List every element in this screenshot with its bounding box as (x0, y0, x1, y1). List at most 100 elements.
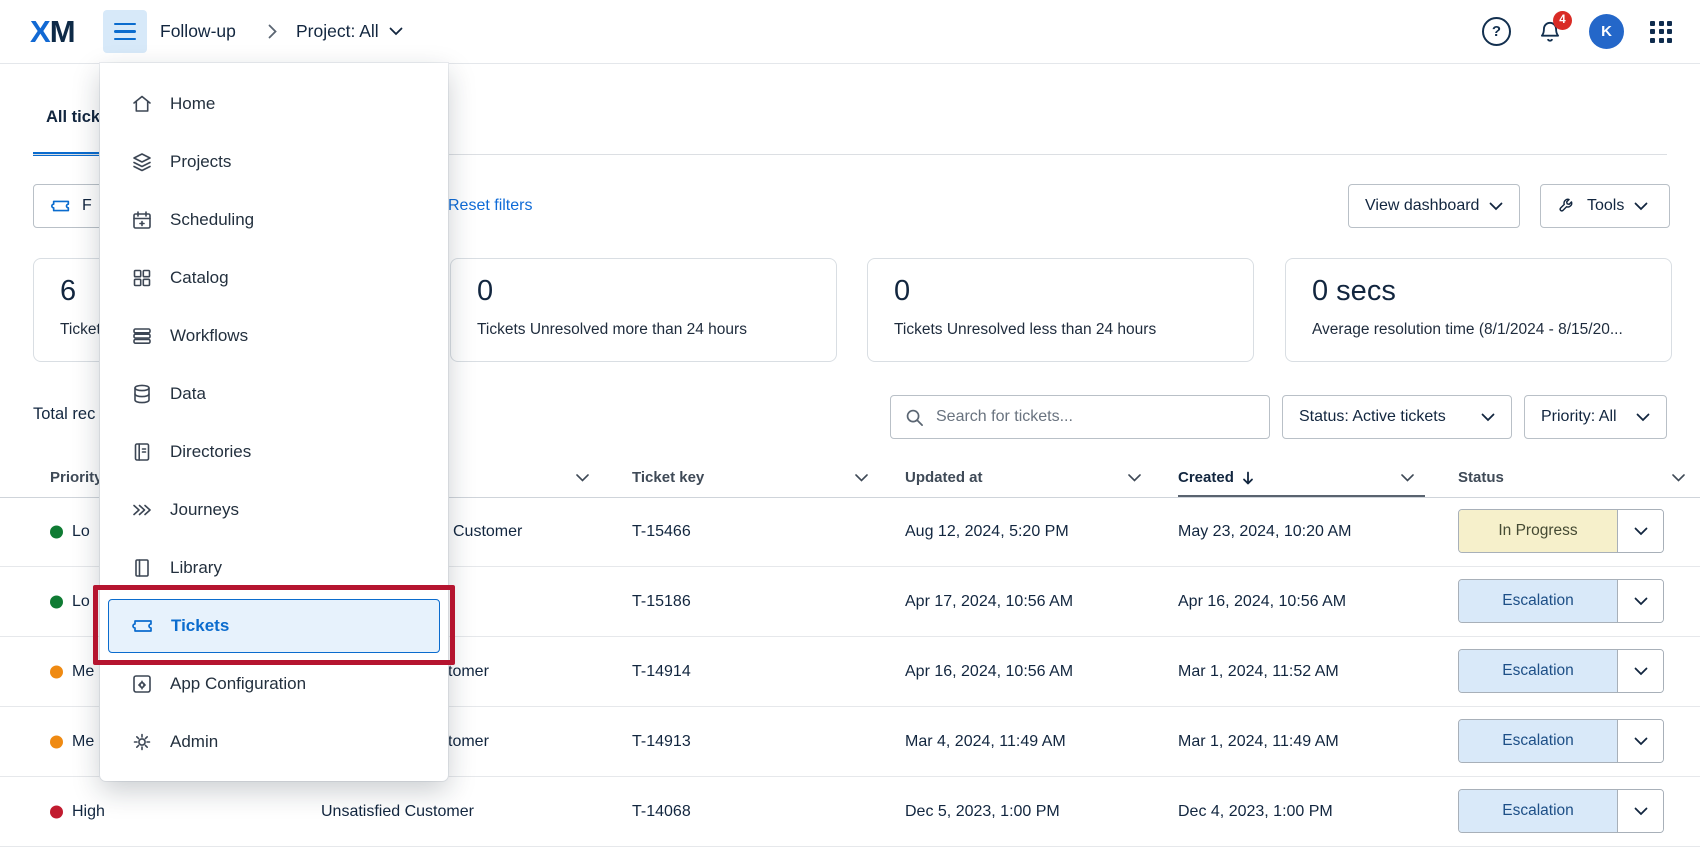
project-selector[interactable]: Project: All (296, 0, 403, 63)
ticket-key: T-14914 (632, 663, 691, 681)
sort-desc-icon (1242, 471, 1254, 485)
stat-value: 0 (894, 275, 910, 308)
created-at: May 23, 2024, 10:20 AM (1178, 523, 1351, 541)
menu-item-projects[interactable]: Projects (100, 133, 448, 191)
stat-label: Tickets Unresolved more than 24 hours (477, 321, 747, 339)
column-menu-icon[interactable] (576, 474, 589, 482)
apps-grid-icon[interactable] (1650, 21, 1672, 43)
catalog-icon (130, 266, 154, 290)
ticket-name: Unsatisfied Customer (321, 803, 474, 821)
table-row[interactable]: High Unsatisfied Customer T-14068 Dec 5,… (0, 777, 1700, 847)
total-records-label: Total rec (33, 405, 95, 424)
reset-filters-link[interactable]: Reset filters (448, 184, 532, 228)
menu-item-home[interactable]: Home (100, 75, 448, 133)
data-icon (130, 382, 154, 406)
project-selector-label: Project: All (296, 21, 379, 42)
column-header-created[interactable]: Created (1178, 469, 1254, 486)
breadcrumb-section[interactable]: Follow-up (160, 0, 236, 63)
status-label[interactable]: Escalation (1459, 790, 1617, 832)
column-menu-icon[interactable] (1128, 474, 1141, 482)
journeys-icon (130, 498, 154, 522)
priority-filter-label: Priority: All (1541, 408, 1617, 426)
help-icon: ? (1492, 23, 1501, 40)
menu-item-admin[interactable]: Admin (100, 713, 448, 771)
hamburger-icon (114, 23, 136, 26)
search-icon (905, 408, 924, 427)
column-header-updated-at[interactable]: Updated at (905, 469, 983, 486)
column-header-status[interactable]: Status (1458, 469, 1504, 486)
stat-value: 0 secs (1312, 275, 1396, 308)
menu-item-scheduling[interactable]: Scheduling (100, 191, 448, 249)
updated-at: Apr 16, 2024, 10:56 AM (905, 663, 1073, 681)
ticket-name: tomer (448, 663, 489, 681)
ticket-key: T-14913 (632, 733, 691, 751)
column-header-ticket-key[interactable]: Ticket key (632, 469, 704, 486)
menu-item-label: Catalog (170, 268, 229, 288)
ticket-icon (50, 195, 72, 217)
status-label[interactable]: Escalation (1459, 650, 1617, 692)
column-menu-icon[interactable] (855, 474, 868, 482)
status-caret-button[interactable] (1617, 580, 1663, 622)
menu-item-journeys[interactable]: Journeys (100, 481, 448, 539)
status-filter-label: Status: Active tickets (1299, 408, 1446, 426)
menu-item-label: Data (170, 384, 206, 404)
ticket-name: Customer (453, 523, 522, 541)
menu-item-workflows[interactable]: Workflows (100, 307, 448, 365)
priority-label: Me (72, 663, 94, 681)
library-icon (130, 556, 154, 580)
priority-dot (50, 805, 63, 818)
avatar[interactable]: K (1589, 14, 1624, 49)
home-icon (130, 92, 154, 116)
status-label[interactable]: Escalation (1459, 720, 1617, 762)
created-at: Dec 4, 2023, 1:00 PM (1178, 803, 1333, 821)
xm-logo[interactable]: XM (30, 14, 75, 50)
ticket-search[interactable] (890, 395, 1270, 439)
menu-item-library[interactable]: Library (100, 539, 448, 597)
column-menu-icon[interactable] (1401, 474, 1414, 482)
updated-at: Aug 12, 2024, 5:20 PM (905, 523, 1069, 541)
notifications-button[interactable]: 4 (1537, 19, 1563, 45)
created-at: Apr 16, 2024, 10:56 AM (1178, 593, 1346, 611)
status-badge: Escalation (1458, 649, 1664, 693)
status-caret-button[interactable] (1617, 650, 1663, 692)
tools-button[interactable]: Tools (1540, 184, 1670, 228)
created-at: Mar 1, 2024, 11:49 AM (1178, 733, 1339, 751)
global-nav-toggle[interactable] (103, 10, 147, 53)
help-button[interactable]: ? (1482, 17, 1511, 46)
column-header-priority[interactable]: Priority (50, 469, 103, 486)
global-nav-menu: Home Projects Scheduling Catalog Workflo… (100, 63, 448, 781)
directories-icon (130, 440, 154, 464)
chevron-down-icon (1634, 527, 1648, 536)
tickets-icon (131, 614, 155, 638)
status-badge: In Progress (1458, 509, 1664, 553)
menu-item-directories[interactable]: Directories (100, 423, 448, 481)
filters-button-label: F (82, 197, 92, 215)
chevron-down-icon (1634, 737, 1648, 746)
status-caret-button[interactable] (1617, 510, 1663, 552)
tools-label: Tools (1587, 197, 1624, 215)
view-dashboard-button[interactable]: View dashboard (1348, 184, 1520, 228)
status-caret-button[interactable] (1617, 720, 1663, 762)
ticket-key: T-15186 (632, 593, 691, 611)
menu-item-data[interactable]: Data (100, 365, 448, 423)
chevron-down-icon (389, 27, 403, 36)
menu-item-label: App Configuration (170, 674, 306, 694)
menu-item-app-configuration[interactable]: App Configuration (100, 655, 448, 713)
priority-filter-dropdown[interactable]: Priority: All (1524, 395, 1667, 439)
status-badge: Escalation (1458, 579, 1664, 623)
app-configuration-icon (130, 672, 154, 696)
status-caret-button[interactable] (1617, 790, 1663, 832)
menu-item-label: Scheduling (170, 210, 254, 230)
column-menu-icon[interactable] (1672, 474, 1685, 482)
logo-m: M (50, 14, 75, 49)
tab-all-tickets[interactable]: All tick (46, 108, 100, 127)
search-input[interactable] (934, 407, 1255, 427)
stat-card-unresolved-less-24: 0 Tickets Unresolved less than 24 hours (867, 258, 1254, 362)
menu-item-catalog[interactable]: Catalog (100, 249, 448, 307)
menu-item-tickets[interactable]: Tickets (108, 599, 440, 653)
status-label[interactable]: Escalation (1459, 580, 1617, 622)
stat-label: Tickets Unresolved less than 24 hours (894, 321, 1156, 339)
scheduling-icon (130, 208, 154, 232)
status-label[interactable]: In Progress (1459, 510, 1617, 552)
status-filter-dropdown[interactable]: Status: Active tickets (1282, 395, 1512, 439)
